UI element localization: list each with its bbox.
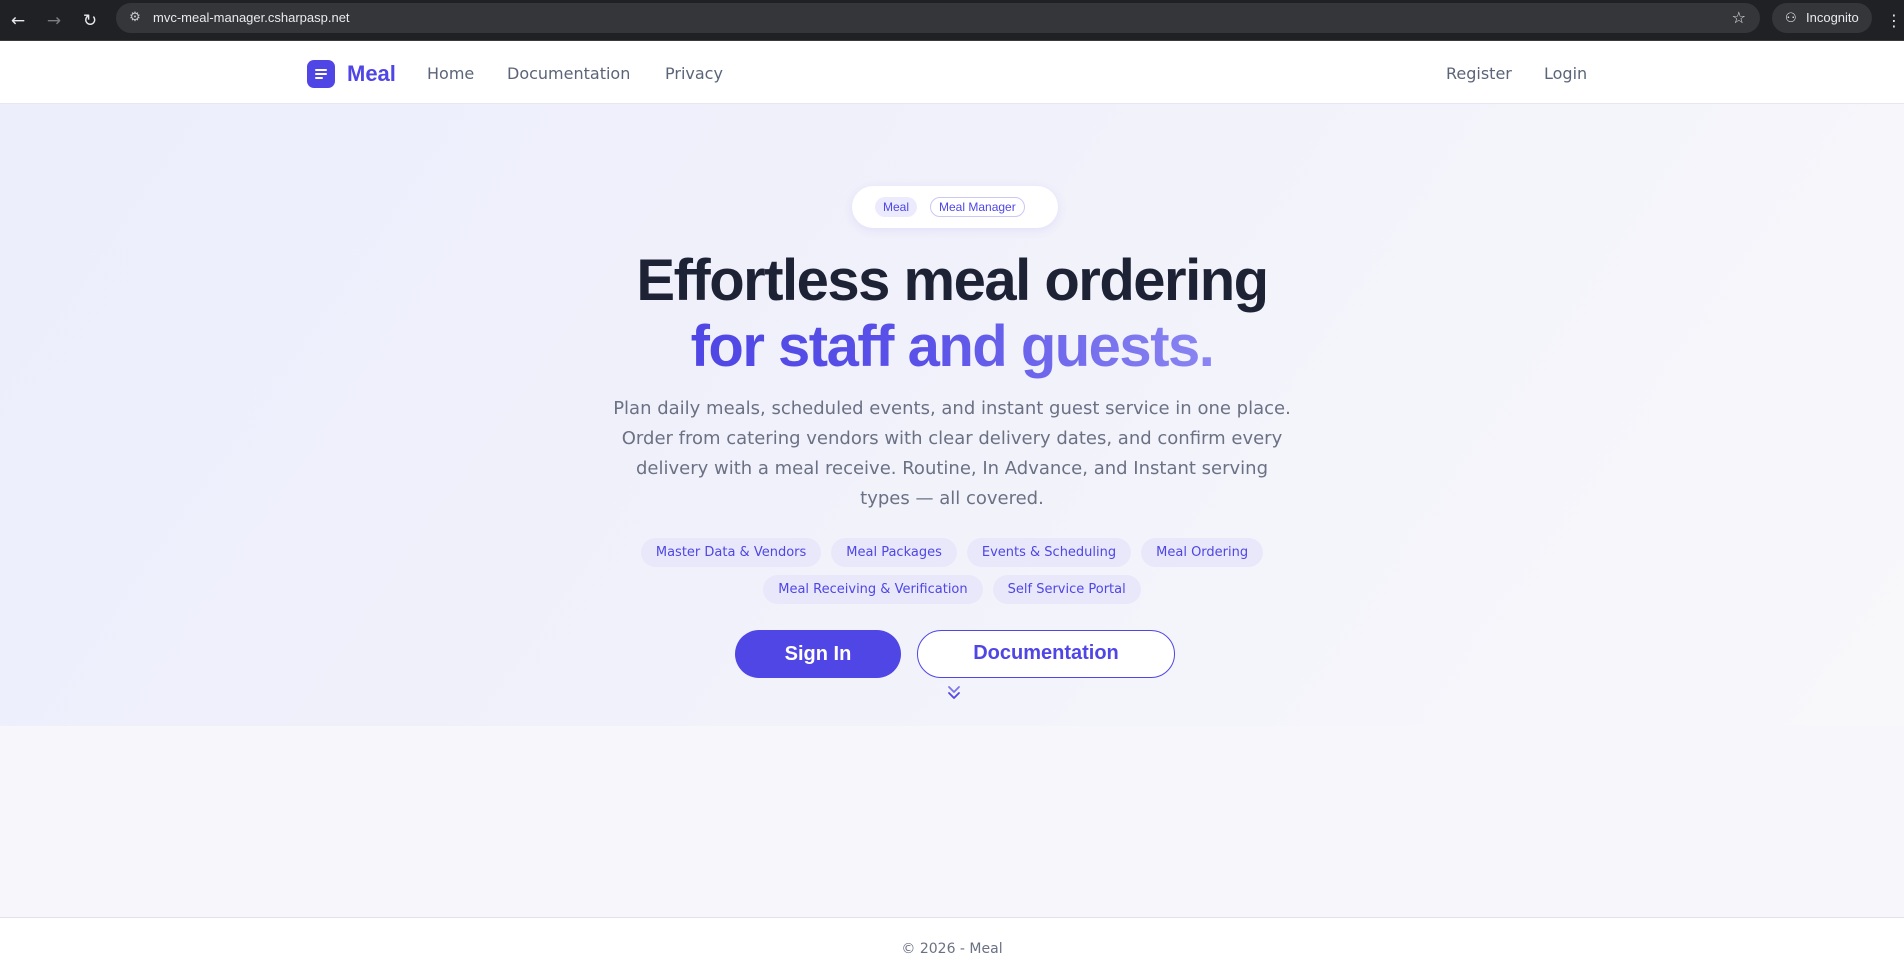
feature-tag: Events & Scheduling (966, 538, 1132, 567)
nav-link-home[interactable]: Home (427, 62, 474, 86)
sign-in-button[interactable]: Sign In (735, 630, 901, 678)
nav-link-register[interactable]: Register (1446, 62, 1512, 86)
hero-title: Effortless meal ordering (636, 248, 1269, 313)
feature-tag: Self Service Portal (992, 575, 1141, 604)
feature-tag: Meal Packages (831, 538, 957, 567)
copyright-text: © 2026 - Meal (901, 941, 1003, 957)
feature-tag: Master Data & Vendors (640, 538, 822, 567)
badge-meal-manager: Meal Manager (930, 197, 1025, 217)
back-icon[interactable]: ← (5, 8, 31, 34)
site-footer: © 2026 - Meal (0, 917, 1904, 980)
hero-section: Meal Meal Manager Effortless meal orderi… (0, 104, 1904, 726)
chevrons-down-icon[interactable] (945, 684, 963, 702)
incognito-indicator[interactable]: ⚇ Incognito (1772, 3, 1872, 33)
address-bar[interactable]: ⚙ mvc-meal-manager.csharpasp.net ☆ (116, 3, 1760, 33)
feature-tag: Meal Receiving & Verification (763, 575, 983, 604)
site-navbar: Meal Home Documentation Privacy Register… (0, 41, 1904, 104)
badge-meal: Meal (875, 197, 918, 217)
browser-toolbar: ← → ↻ ⚙ mvc-meal-manager.csharpasp.net ☆… (0, 0, 1904, 41)
browser-menu-icon[interactable]: ⋮ (1886, 8, 1902, 34)
feature-tag: Meal Ordering (1141, 538, 1264, 567)
brand-link[interactable]: Meal (307, 60, 396, 88)
documentation-button[interactable]: Documentation (917, 630, 1175, 678)
site-info-icon[interactable]: ⚙ (124, 8, 146, 28)
forward-icon[interactable]: → (41, 8, 67, 34)
hero-description: Plan daily meals, scheduled events, and … (613, 398, 1291, 509)
nav-link-privacy[interactable]: Privacy (665, 62, 723, 86)
nav-link-documentation[interactable]: Documentation (507, 62, 630, 86)
badge-group: Meal Meal Manager (852, 186, 1058, 228)
bookmark-star-icon[interactable]: ☆ (1732, 7, 1746, 29)
hero-title-accent: for staff and guests. (0, 312, 1904, 382)
brand-name: Meal (347, 61, 396, 86)
nav-link-login[interactable]: Login (1544, 62, 1587, 86)
incognito-icon: ⚇ (1785, 10, 1797, 25)
url-text[interactable]: mvc-meal-manager.csharpasp.net (153, 3, 350, 33)
incognito-label: Incognito (1806, 10, 1859, 25)
hero-title-accent-text: for staff and guests. (690, 314, 1215, 379)
feature-tags: Master Data & Vendors Meal Packages Even… (602, 538, 1302, 604)
menu-lines-icon (307, 60, 335, 88)
reload-icon[interactable]: ↻ (77, 8, 103, 34)
